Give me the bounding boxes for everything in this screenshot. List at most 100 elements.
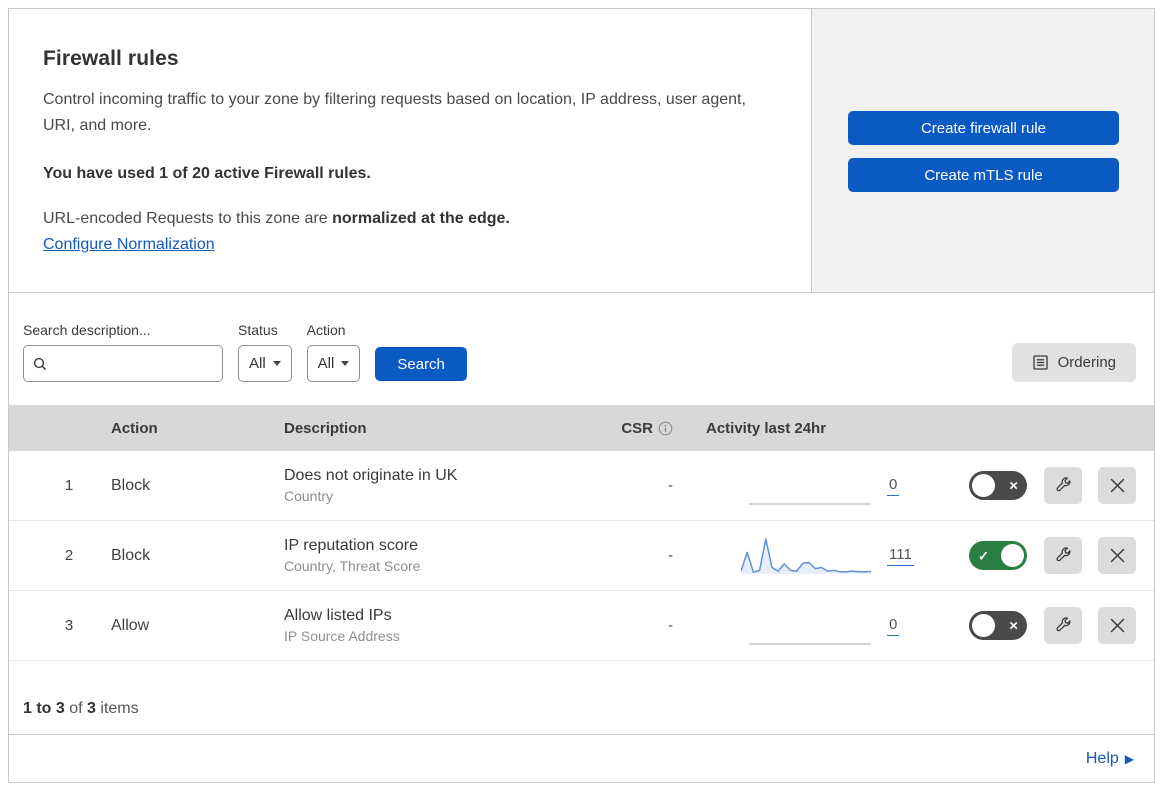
rule-activity-cell: 111 — [681, 534, 969, 578]
rule-enable-toggle[interactable]: ✓ — [969, 541, 1027, 570]
actions-panel: Create firewall rule Create mTLS rule — [812, 8, 1155, 293]
search-label: Search description... — [23, 322, 151, 338]
action-filter-group: Action All — [306, 322, 361, 382]
status-dropdown-value: All — [249, 355, 266, 372]
normalization-text: URL-encoded Requests to this zone are — [43, 209, 333, 227]
top-section: Firewall rules Control incoming traffic … — [8, 8, 1155, 293]
table-header: Action Description CSR Activity last 24h… — [9, 405, 1154, 451]
activity-sparkline — [740, 534, 872, 578]
list-ordering-icon — [1032, 355, 1048, 370]
table-row: 3 Allow Allow listed IPs IP Source Addre… — [9, 591, 1154, 661]
configure-normalization-link[interactable]: Configure Normalization — [43, 236, 215, 254]
rule-priority: 3 — [64, 617, 74, 634]
items-range: 1 to 3 — [23, 700, 65, 717]
arrow-right-icon: ▶ — [1124, 751, 1134, 766]
normalization-note: URL-encoded Requests to this zone are no… — [43, 210, 771, 228]
search-button[interactable]: Search — [375, 347, 467, 381]
activity-sparkline — [741, 604, 871, 648]
rule-description: Allow listed IPs — [284, 607, 392, 624]
rules-list-card: Search description... Status All Action … — [8, 293, 1155, 783]
rule-action: Allow — [111, 616, 150, 634]
activity-count-link[interactable]: 111 — [887, 546, 914, 566]
search-input[interactable] — [48, 355, 214, 372]
rule-description-cell: IP reputation score Country, Threat Scor… — [284, 537, 589, 574]
wrench-icon — [1056, 476, 1071, 491]
close-icon — [1110, 618, 1124, 633]
page-title: Firewall rules — [43, 47, 179, 70]
action-dropdown[interactable]: All — [306, 345, 361, 382]
create-mtls-rule-button[interactable]: Create mTLS rule — [848, 158, 1119, 192]
action-dropdown-value: All — [317, 355, 335, 372]
header-activity: Activity last 24hr — [706, 419, 827, 437]
chevron-down-icon — [341, 361, 350, 366]
toggle-state-icon: × — [1009, 477, 1018, 494]
rule-csr-value: - — [668, 547, 673, 564]
rule-csr-value: - — [668, 477, 673, 494]
table-row: 1 Block Does not originate in UK Country… — [9, 451, 1154, 521]
status-dropdown[interactable]: All — [238, 345, 292, 382]
header-csr: CSR — [589, 420, 681, 437]
edit-rule-button[interactable] — [1044, 607, 1082, 644]
rules-usage-note: You have used 1 of 20 active Firewall ru… — [43, 164, 371, 182]
normalization-bold: normalized at the edge. — [332, 209, 510, 227]
page-description: Control incoming traffic to your zone by… — [43, 91, 746, 134]
toggle-state-icon: × — [1009, 617, 1018, 634]
rule-activity-cell: 0 — [681, 604, 969, 648]
toggle-state-icon: ✓ — [978, 548, 989, 563]
rule-enable-toggle[interactable]: × — [969, 611, 1027, 640]
activity-count-link[interactable]: 0 — [887, 616, 900, 636]
rule-enable-toggle[interactable]: × — [969, 471, 1027, 500]
rule-controls: ✓ — [969, 537, 1154, 574]
toggle-knob — [972, 474, 995, 497]
toggle-knob — [972, 614, 995, 637]
rule-controls: × — [969, 607, 1154, 644]
ordering-button-label: Ordering — [1057, 354, 1116, 371]
activity-count-link[interactable]: 0 — [887, 476, 900, 496]
search-filter-group: Search description... — [23, 322, 223, 382]
wrench-icon — [1056, 546, 1071, 561]
activity-sparkline — [741, 464, 871, 508]
info-icon[interactable] — [658, 421, 673, 436]
status-label: Status — [238, 322, 278, 338]
edit-rule-button[interactable] — [1044, 467, 1082, 504]
rule-activity-cell: 0 — [681, 464, 969, 508]
delete-rule-button[interactable] — [1098, 537, 1136, 574]
rule-csr-value: - — [668, 617, 673, 634]
items-count: 1 to 3 of 3 items — [9, 661, 1154, 735]
chevron-down-icon — [272, 361, 281, 366]
rule-description-cell: Allow listed IPs IP Source Address — [284, 607, 589, 644]
help-link[interactable]: Help ▶ — [1086, 750, 1134, 768]
close-icon — [1110, 478, 1124, 493]
firewall-intro-card: Firewall rules Control incoming traffic … — [8, 8, 812, 293]
rule-description-cell: Does not originate in UK Country — [284, 467, 589, 504]
table-body: 1 Block Does not originate in UK Country… — [9, 451, 1154, 661]
rule-fields: Country, Threat Score — [284, 558, 421, 574]
rule-action: Block — [111, 546, 151, 564]
search-icon — [33, 357, 47, 370]
search-input-wrapper — [23, 345, 223, 382]
rule-priority: 1 — [64, 477, 74, 494]
status-filter-group: Status All — [238, 322, 292, 382]
rule-fields: Country — [284, 488, 334, 504]
items-of: of — [64, 700, 88, 717]
delete-rule-button[interactable] — [1098, 607, 1136, 644]
rule-action: Block — [111, 476, 151, 494]
items-total: 3 — [87, 700, 96, 717]
header-description: Description — [284, 419, 367, 437]
rule-priority: 2 — [64, 547, 74, 564]
edit-rule-button[interactable] — [1044, 537, 1082, 574]
action-label: Action — [306, 322, 346, 338]
help-row: Help ▶ — [9, 735, 1154, 782]
delete-rule-button[interactable] — [1098, 467, 1136, 504]
close-icon — [1110, 548, 1124, 563]
rule-description: IP reputation score — [284, 537, 419, 554]
rule-fields: IP Source Address — [284, 628, 400, 644]
ordering-button[interactable]: Ordering — [1011, 343, 1136, 382]
filter-bar: Search description... Status All Action … — [9, 293, 1154, 405]
help-label: Help — [1085, 749, 1119, 767]
header-action: Action — [111, 419, 158, 437]
items-word: items — [95, 700, 139, 717]
header-csr-label: CSR — [621, 419, 653, 437]
create-firewall-rule-button[interactable]: Create firewall rule — [848, 111, 1119, 145]
table-row: 2 Block IP reputation score Country, Thr… — [9, 521, 1154, 591]
